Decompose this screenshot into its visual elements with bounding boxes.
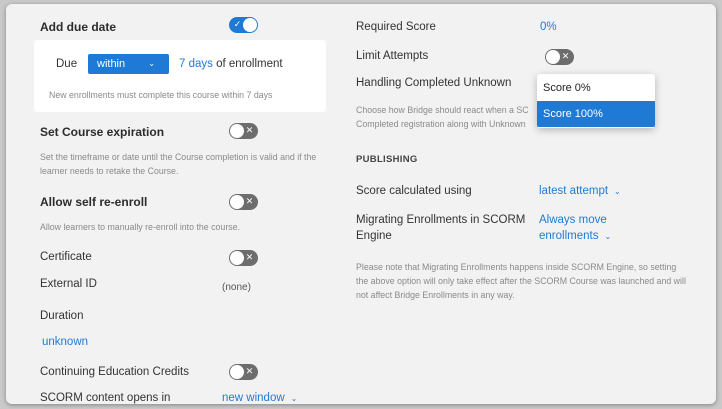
migrating-value-line2: enrollments <box>539 230 599 242</box>
migrating-label-line1: Migrating Enrollments in SCORM <box>356 214 526 226</box>
due-type-select[interactable]: within ⌄ <box>88 54 169 74</box>
due-date-help: New enrollments must complete this cours… <box>49 90 273 100</box>
days-link[interactable]: 7 days <box>179 58 213 70</box>
toggle-knob <box>546 50 560 64</box>
duration-label: Duration <box>40 310 84 322</box>
migrating-label-line2: Engine <box>356 230 392 242</box>
toggle-knob <box>230 124 244 138</box>
settings-window: Add due date ✓ Due within ⌄ 7 days of en… <box>6 4 716 404</box>
external-id-value[interactable]: (none) <box>222 282 251 293</box>
handling-label: Handling Completed Unknown <box>356 77 512 89</box>
certificate-toggle[interactable]: ✕ <box>229 250 258 266</box>
toggle-knob <box>230 365 244 379</box>
due-date-toggle[interactable]: ✓ <box>229 17 258 33</box>
toggle-knob <box>243 18 257 32</box>
chevron-down-icon: ⌄ <box>290 394 298 403</box>
expiration-toggle[interactable]: ✕ <box>229 123 258 139</box>
scorm-opens-select[interactable]: new window ⌄ <box>222 392 297 404</box>
self-reenroll-title: Allow self re-enroll <box>40 195 148 209</box>
certificate-label: Certificate <box>40 251 92 263</box>
self-reenroll-help: Allow learners to manually re-enroll int… <box>40 222 240 232</box>
chevron-down-icon: ⌄ <box>604 232 612 241</box>
of-enrollment-text: of enrollment <box>216 58 283 70</box>
duration-value-link[interactable]: unknown <box>42 336 88 348</box>
score-calc-select[interactable]: latest attempt ⌄ <box>539 185 621 197</box>
close-icon: ✕ <box>245 196 254 206</box>
migrating-value-line1[interactable]: Always move <box>539 214 607 226</box>
chevron-down-icon: ⌄ <box>148 59 155 68</box>
handling-help-2: Completed registration along with Unknow… <box>356 119 526 129</box>
dropdown-option-score-100[interactable]: Score 100% <box>537 101 655 127</box>
expiration-help: Set the timeframe or date until the Cour… <box>40 152 317 176</box>
close-icon: ✕ <box>245 125 254 135</box>
toggle-knob <box>230 195 244 209</box>
migrating-note: Please note that Migrating Enrollments h… <box>356 262 686 300</box>
due-date-title: Add due date <box>40 20 117 34</box>
close-icon: ✕ <box>561 51 570 61</box>
self-reenroll-toggle[interactable]: ✕ <box>229 194 258 210</box>
toggle-knob <box>230 251 244 265</box>
check-icon: ✓ <box>233 19 242 29</box>
publishing-heading: PUBLISHING <box>356 154 418 165</box>
expiration-title: Set Course expiration <box>40 125 165 139</box>
score-calc-value: latest attempt <box>539 185 609 197</box>
close-icon: ✕ <box>245 366 254 376</box>
score-calc-label: Score calculated using <box>356 185 472 197</box>
external-id-label: External ID <box>40 278 97 290</box>
limit-attempts-toggle[interactable]: ✕ <box>545 49 574 65</box>
due-type-value: within <box>97 58 126 70</box>
due-label: Due <box>56 58 78 70</box>
scorm-opens-value: new window <box>222 392 285 404</box>
migrating-select[interactable]: enrollments ⌄ <box>539 230 611 242</box>
chevron-down-icon: ⌄ <box>614 187 621 196</box>
scorm-opens-label: SCORM content opens in <box>40 392 171 404</box>
due-days-text: 7 days of enrollment <box>179 58 283 70</box>
ce-credits-label: Continuing Education Credits <box>40 366 189 378</box>
required-score-label: Required Score <box>356 21 436 33</box>
ce-credits-toggle[interactable]: ✕ <box>229 364 258 380</box>
handling-help-1: Choose how Bridge should react when a SC <box>356 105 529 115</box>
dropdown-option-score-0[interactable]: Score 0% <box>537 75 655 101</box>
handling-dropdown-menu: Score 0% Score 100% <box>537 74 655 128</box>
close-icon: ✕ <box>245 252 254 262</box>
required-score-value[interactable]: 0% <box>540 21 557 33</box>
limit-attempts-label: Limit Attempts <box>356 50 429 62</box>
